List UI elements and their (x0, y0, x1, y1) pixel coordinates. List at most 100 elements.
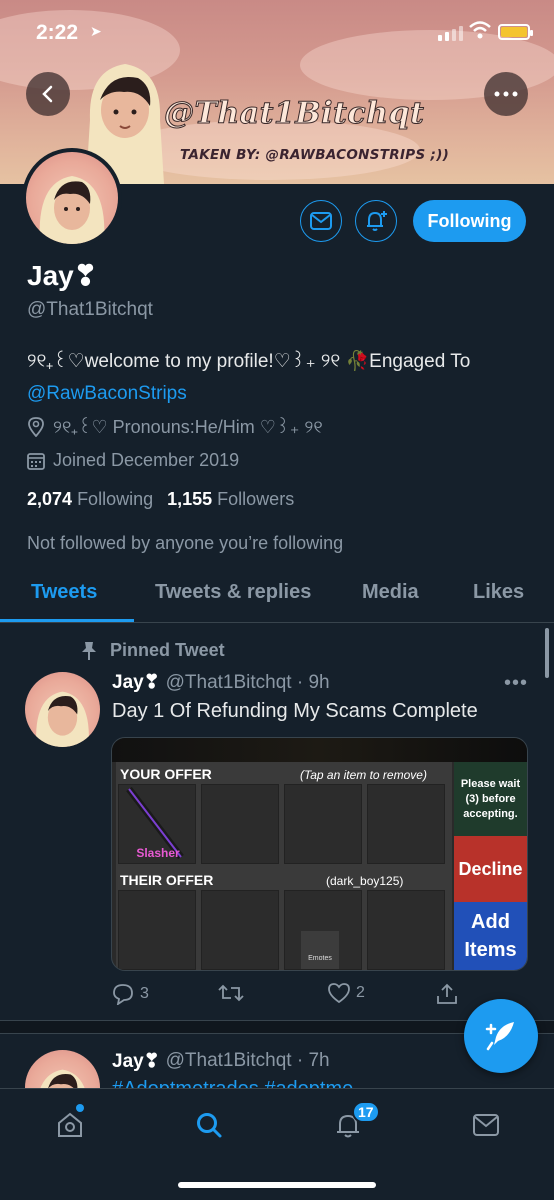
tweet-author-name[interactable]: Jay❣ (112, 1050, 160, 1073)
following-label: Following (77, 489, 154, 509)
banner-handle-text: @That1Bitchqt (163, 96, 425, 132)
profile-tabs: Tweets Tweets & replies Media Likes (0, 565, 554, 623)
back-button[interactable] (26, 72, 70, 116)
following-count: 2,074 (27, 489, 73, 509)
your-offer-label: YOUR OFFER (120, 766, 212, 782)
game-top-bar (112, 738, 527, 762)
location-arrow-icon: ➤ (90, 23, 102, 39)
bio-mention-link[interactable]: @RawBaconStrips (27, 383, 187, 404)
tab-likes[interactable]: Likes (473, 581, 524, 604)
more-dots-icon (494, 91, 518, 97)
location-pin-icon (28, 416, 44, 437)
home-unread-dot (76, 1104, 84, 1112)
their-slot (201, 890, 279, 970)
feather-plus-icon (485, 1022, 514, 1051)
their-slot (118, 890, 196, 970)
location-text: ୨୧₊꒰♡ Pronouns:He/Him ♡꒱₊ ୨୧ (53, 417, 323, 437)
following-stat[interactable]: 2,074 Following (27, 489, 153, 510)
offer-slot: Slasher (118, 784, 196, 864)
followers-count: 1,155 (167, 489, 213, 509)
tweet-header: Jay❣ @That1Bitchqt · 9h (112, 671, 330, 694)
retweet-icon (218, 984, 244, 1002)
their-offer-user: (dark_boy125) (326, 874, 404, 888)
share-icon (437, 983, 457, 1004)
offer-slot (367, 784, 445, 864)
tweet-text: #Adoptmetrades #adoptme (112, 1078, 353, 1088)
calendar-icon (27, 452, 45, 470)
joined-text: Joined December 2019 (53, 450, 240, 470)
battery-icon (498, 24, 533, 40)
tweet-more-icon[interactable]: ••• (504, 672, 528, 695)
their-slot (367, 890, 445, 970)
nav-search[interactable] (189, 1105, 229, 1145)
status-bar: 2:22 ➤ (0, 0, 554, 60)
tab-tweets-replies[interactable]: Tweets & replies (155, 581, 311, 604)
like-button[interactable]: 2 (328, 983, 365, 1003)
more-options-button[interactable] (484, 72, 528, 116)
tweet-actions: 3 2 (112, 983, 472, 1009)
following-button[interactable]: Following (413, 200, 526, 242)
nav-messages[interactable] (466, 1105, 506, 1145)
your-offer-hint: (Tap an item to remove) (300, 768, 427, 782)
compose-tweet-button[interactable] (464, 999, 538, 1073)
offer-slot (284, 784, 362, 864)
offer-slot (201, 784, 279, 864)
pin-icon (82, 641, 96, 660)
trade-panel: YOUR OFFER (Tap an item to remove) Slash… (116, 762, 452, 970)
share-button[interactable] (436, 983, 458, 1005)
reply-icon (113, 984, 133, 1005)
username: @That1Bitchqt (27, 299, 153, 320)
home-indicator[interactable] (178, 1182, 376, 1188)
avatar-art (39, 176, 105, 244)
emotes-label: Emotes (301, 931, 339, 969)
scrollbar[interactable] (545, 628, 549, 678)
tweet-text: Day 1 Of Refunding My Scams Complete (112, 700, 478, 722)
pinned-label-row: Pinned Tweet (80, 640, 225, 661)
reply-count: 3 (140, 985, 149, 1002)
their-offer-label: THEIR OFFER (120, 872, 214, 888)
please-wait-box: Please wait (3) before accepting. (454, 762, 527, 836)
bio: ୨୧₊꒰♡welcome to my profile!♡꒱₊ ୨୧ 🥀Engag… (27, 346, 537, 410)
wifi-icon (469, 21, 491, 39)
envelope-icon (473, 1114, 499, 1136)
status-time: 2:22 (36, 21, 79, 44)
their-slot: Emotes (284, 890, 362, 970)
profile-avatar[interactable] (22, 148, 122, 248)
tab-media[interactable]: Media (362, 581, 419, 604)
tweet-author-name[interactable]: Jay❣ (112, 671, 160, 694)
pinned-label: Pinned Tweet (110, 640, 225, 660)
retweet-button[interactable] (218, 983, 244, 1003)
banner-subtitle-text: TAKEN BY: @RAWBACONSTRIPS ;)) (180, 147, 450, 163)
notification-badge: 17 (352, 1101, 380, 1123)
search-icon (197, 1113, 222, 1138)
avatar-art (36, 691, 89, 747)
envelope-icon (310, 212, 332, 230)
not-followed-text: Not followed by anyone you’re following (27, 533, 344, 553)
tweet-handle-time: @That1Bitchqt · 9h (165, 671, 330, 693)
bio-text: ୨୧₊꒰♡welcome to my profile!♡꒱₊ ୨୧ 🥀Engag… (27, 351, 471, 372)
chevron-left-icon (42, 85, 53, 103)
tweet-media-image[interactable]: YOUR OFFER (Tap an item to remove) Slash… (111, 737, 528, 971)
active-tab-indicator (0, 619, 134, 622)
follow-stats: 2,074 Following 1,155 Followers (27, 489, 294, 510)
followers-stat[interactable]: 1,155 Followers (167, 489, 294, 510)
display-name: Jay❣ (27, 260, 98, 291)
location-row: ୨୧₊꒰♡ Pronouns:He/Him ♡꒱₊ ୨୧ (27, 415, 323, 438)
cellular-signal-icon (438, 26, 463, 41)
tweet-avatar[interactable] (25, 672, 100, 747)
bell-plus-icon (367, 211, 387, 231)
notifications-button[interactable] (355, 200, 397, 242)
reply-button[interactable]: 3 (112, 983, 149, 1005)
followers-label: Followers (217, 489, 295, 509)
decline-button: Decline (454, 836, 527, 902)
message-button[interactable] (300, 200, 342, 242)
joined-row: Joined December 2019 (27, 450, 239, 471)
tweet-handle-time: @That1Bitchqt · 7h (165, 1050, 330, 1071)
heart-icon (328, 983, 350, 1003)
add-items-button: Add Items (454, 902, 527, 970)
item-name: Slasher (136, 846, 180, 860)
nav-home[interactable] (50, 1105, 90, 1145)
tab-tweets[interactable]: Tweets (31, 581, 97, 604)
like-count: 2 (356, 984, 365, 1001)
tweet-header: Jay❣ @That1Bitchqt · 7h (112, 1050, 330, 1073)
